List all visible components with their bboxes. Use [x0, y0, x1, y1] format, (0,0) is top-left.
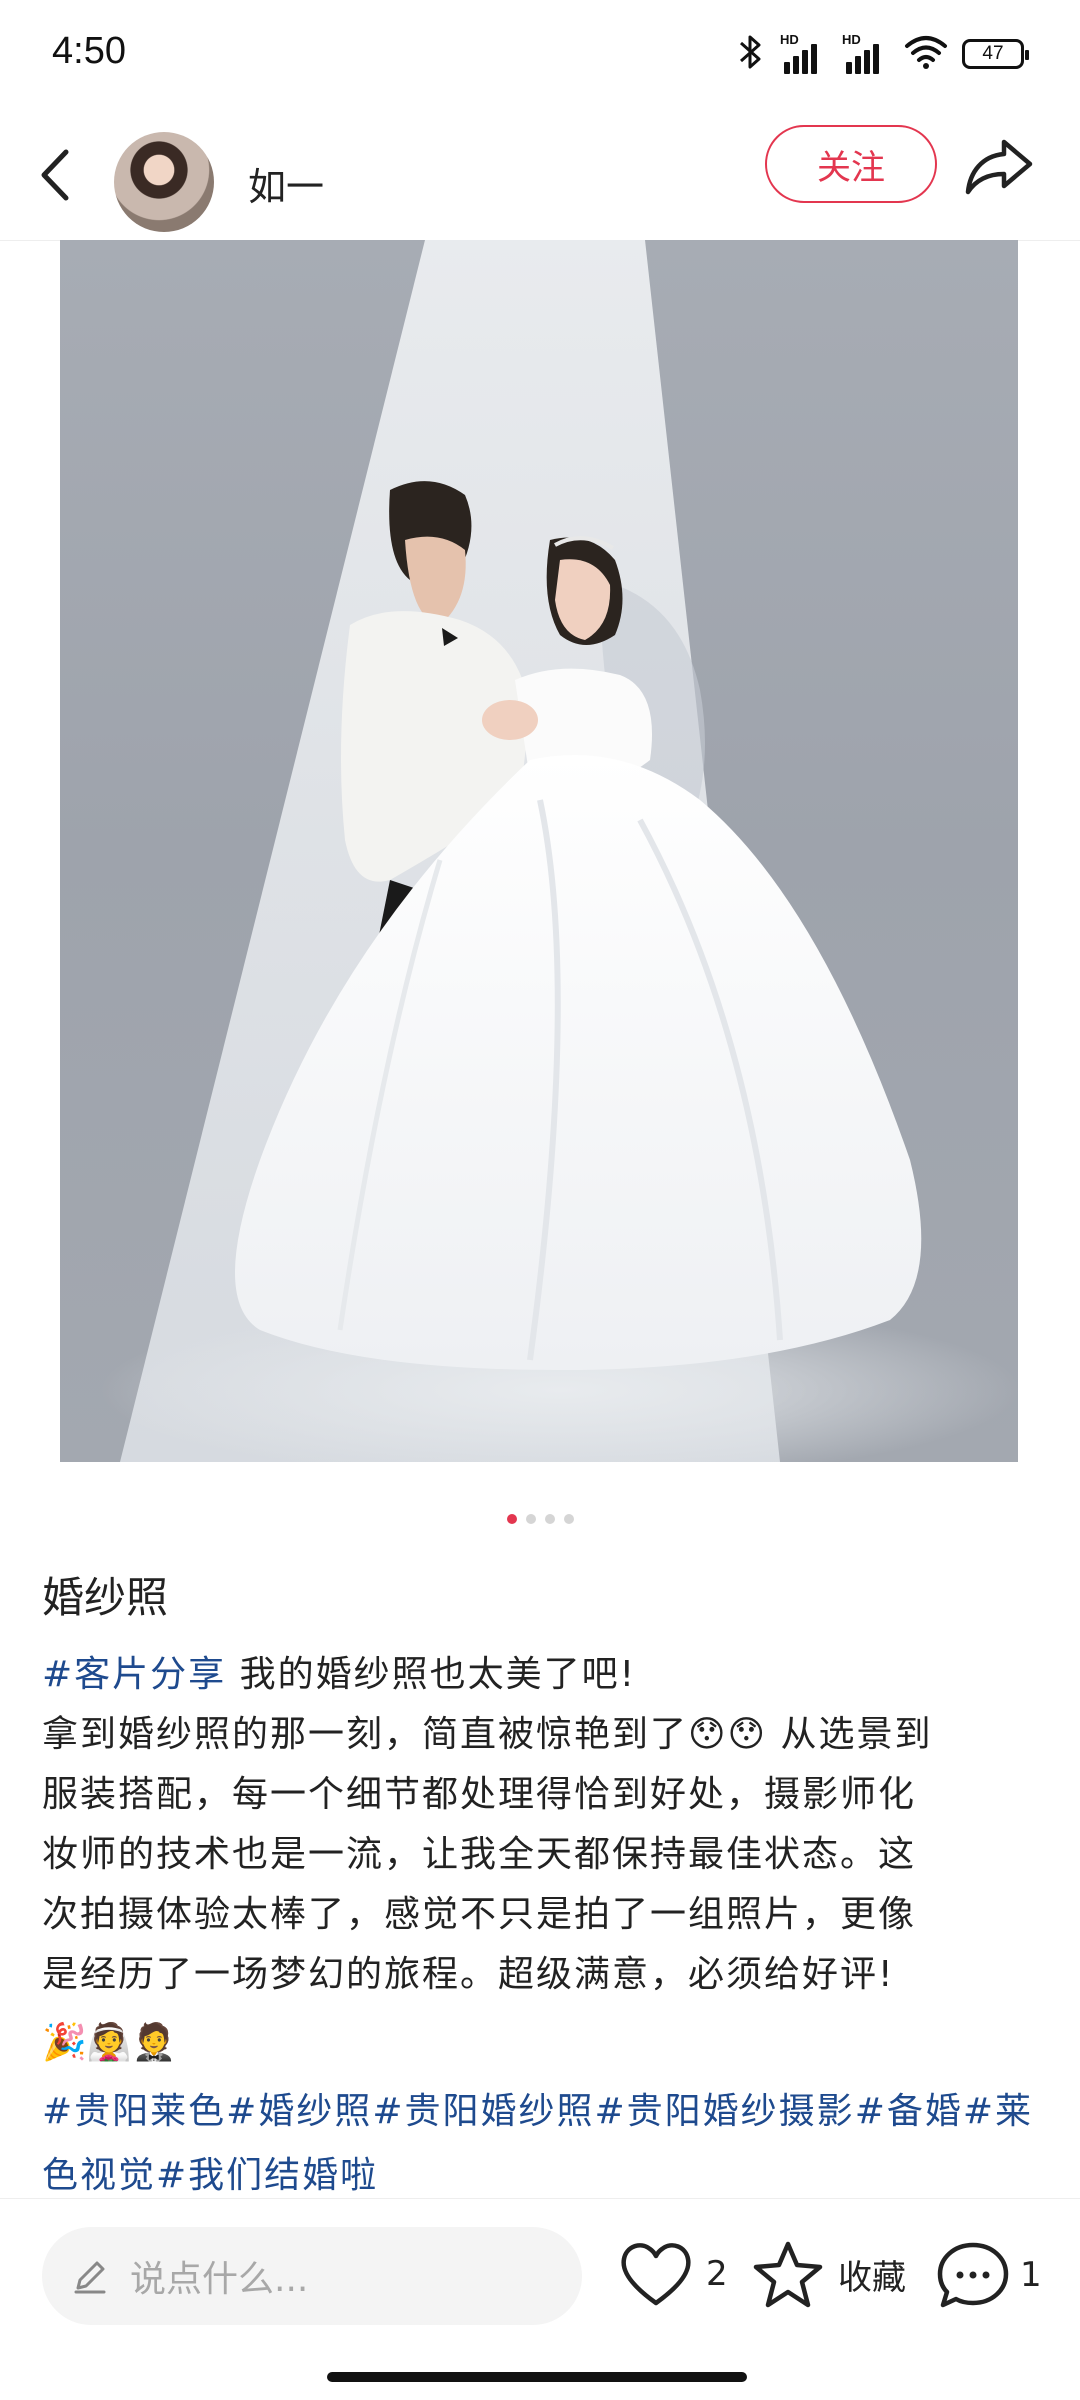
comment-button[interactable]: 1	[936, 2239, 1042, 2311]
post-header: 如一 关注	[0, 110, 1080, 241]
post-first-line: #客片分享 我的婚纱照也太美了吧!	[42, 1645, 1042, 1705]
bottom-action-bar: 说点什么... 2 收藏 1	[0, 2198, 1080, 2349]
hashtag-link[interactable]: #备婚	[855, 2091, 963, 2132]
collect-label: 收藏	[838, 2257, 906, 2298]
carousel-dot-active	[506, 1514, 517, 1524]
post-hashtags: #贵阳莱色#婚纱照#贵阳婚纱照#贵阳婚纱摄影#备婚#莱色视觉#我们结婚啦	[42, 2080, 1042, 2208]
username[interactable]: 如一	[248, 156, 324, 211]
battery-icon: 47	[962, 39, 1029, 69]
hashtag-link[interactable]: #我们结婚啦	[156, 2155, 378, 2196]
carousel-dot	[525, 1514, 536, 1524]
post-title: 婚纱照	[42, 1573, 169, 1622]
hashtag-link[interactable]: #贵阳婚纱摄影	[595, 2091, 855, 2132]
collect-button[interactable]: 收藏	[752, 2239, 906, 2309]
hashtag-link[interactable]: #客片分享	[42, 1654, 226, 1695]
heart-icon	[621, 2243, 691, 2306]
hashtag-link[interactable]: #贵阳婚纱照	[372, 2091, 594, 2132]
post-text-line: 服装搭配，每一个细节都处理得恰到好处，摄影师化	[42, 1774, 917, 1815]
back-button[interactable]	[30, 140, 80, 210]
post-emoji-line: 🎉👰🤵	[42, 2022, 177, 2063]
status-time: 4:50	[52, 30, 126, 72]
post-text: 我的婚纱照也太美了吧!	[226, 1654, 637, 1695]
post-text-line: 次拍摄体验太棒了，感觉不只是拍了一组照片，更像	[42, 1894, 917, 1935]
battery-level: 47	[982, 43, 1004, 64]
share-button[interactable]	[962, 134, 1038, 200]
pencil-icon	[74, 2261, 106, 2294]
post-text-line: 妆师的技术也是一流，让我全天都保持最佳状态。这	[42, 1834, 917, 1875]
carousel-indicator	[0, 1514, 1080, 1524]
wedding-photo-illustration	[100, 240, 1018, 1462]
like-count: 2	[706, 2254, 728, 2294]
chevron-left-icon	[41, 149, 69, 201]
status-bar: 4:50 HD HD 47	[0, 0, 1080, 110]
home-indicator[interactable]	[327, 2372, 747, 2382]
like-button[interactable]: 2	[618, 2239, 728, 2309]
post-image[interactable]	[60, 240, 1018, 1462]
bluetooth-icon	[736, 32, 766, 76]
hashtag-link[interactable]: #婚纱照	[226, 2091, 372, 2132]
cellular-signal-icon: HD	[842, 32, 890, 74]
wifi-icon	[904, 34, 948, 74]
post-text-line: 是经历了一场梦幻的旅程。超级满意，必须给好评!	[42, 1954, 895, 1995]
hashtag-link[interactable]: #贵阳莱色	[42, 2091, 226, 2132]
comment-bubble-icon	[937, 2242, 1009, 2308]
status-icons: HD HD 47	[736, 32, 1029, 76]
share-icon	[965, 139, 1033, 195]
avatar[interactable]	[114, 132, 214, 232]
star-icon	[753, 2241, 823, 2308]
comment-input[interactable]: 说点什么...	[42, 2227, 582, 2325]
carousel-dot	[563, 1514, 574, 1524]
follow-button[interactable]: 关注	[765, 125, 937, 203]
post-text-line: 拿到婚纱照的那一刻，简直被惊艳到了😯😯 从选景到	[42, 1714, 933, 1755]
comment-count: 1	[1020, 2255, 1042, 2295]
post-body: #客片分享 我的婚纱照也太美了吧! 拿到婚纱照的那一刻，简直被惊艳到了😯😯 从选…	[42, 1645, 1042, 2005]
cellular-signal-icon: HD	[780, 32, 828, 74]
carousel-dot	[544, 1514, 555, 1524]
comment-placeholder: 说点什么...	[130, 2259, 309, 2300]
